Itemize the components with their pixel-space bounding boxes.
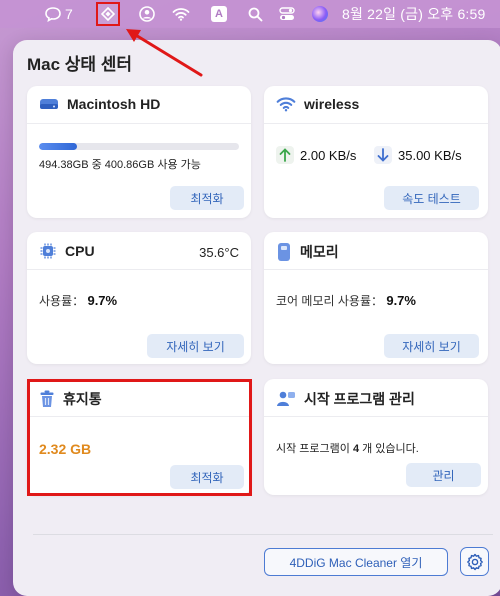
chat-bubble-icon bbox=[45, 7, 61, 22]
settings-button[interactable] bbox=[460, 547, 489, 576]
trash-title: 휴지통 bbox=[63, 391, 102, 407]
panel-title: Mac 상태 센터 bbox=[27, 55, 133, 74]
disk-usage-bar bbox=[39, 143, 239, 150]
upload-arrow-icon bbox=[279, 148, 291, 162]
disk-card: Macintosh HD 최적화 bbox=[27, 86, 251, 218]
startup-text-suffix: 개 있습니다. bbox=[359, 443, 419, 455]
siri-item[interactable] bbox=[310, 0, 330, 28]
divider bbox=[27, 123, 251, 124]
download-speed-value: 35.00 KB/s bbox=[398, 147, 462, 163]
cpu-details-button[interactable]: 자세히 보기 bbox=[147, 334, 244, 358]
startup-manage-button[interactable]: 관리 bbox=[406, 463, 481, 487]
upload-speed-value: 2.00 KB/s bbox=[300, 147, 357, 163]
wifi-status-item[interactable] bbox=[170, 0, 192, 28]
gear-icon bbox=[466, 553, 483, 570]
upload-speed: 2.00 KB/s bbox=[276, 146, 356, 164]
speed-test-button[interactable]: 속도 테스트 bbox=[384, 186, 479, 210]
cpu-usage-label: 사용률： bbox=[39, 294, 85, 308]
memory-usage: 코어 메모리 사용률： 9.7% bbox=[276, 292, 416, 309]
memory-icon bbox=[278, 243, 290, 261]
mac-status-center-panel: Mac 상태 센터 Macintosh HD 최적화 wireless 2.00… bbox=[13, 40, 500, 596]
chat-status-item[interactable]: 7 bbox=[44, 0, 73, 28]
user-status-item[interactable] bbox=[137, 0, 157, 28]
input-source-icon: A bbox=[211, 6, 227, 22]
spotlight-item[interactable] bbox=[245, 0, 265, 28]
disk-title: Macintosh HD bbox=[67, 96, 161, 112]
wifi-icon bbox=[172, 8, 190, 21]
memory-card: 메모리 코어 메모리 사용률： 9.7% 자세히 보기 bbox=[264, 232, 488, 364]
cpu-title: CPU bbox=[65, 243, 95, 259]
startup-count-text: 시작 프로그램이 4 개 있습니다. bbox=[276, 440, 419, 456]
network-title: wireless bbox=[304, 96, 360, 112]
trash-optimize-button[interactable]: 최적화 bbox=[170, 465, 244, 489]
input-source-item[interactable]: A bbox=[209, 0, 229, 28]
app-diamond-icon bbox=[101, 7, 115, 21]
download-speed: 35.00 KB/s bbox=[374, 146, 462, 164]
cpu-temperature: 35.6°C bbox=[199, 245, 239, 260]
control-center-icon bbox=[279, 7, 295, 20]
memory-usage-value: 9.7% bbox=[386, 293, 416, 308]
startup-programs-icon bbox=[277, 391, 295, 406]
cpu-usage-value: 9.7% bbox=[87, 293, 118, 308]
divider bbox=[264, 269, 488, 270]
cpu-usage: 사용률： 9.7% bbox=[39, 292, 117, 309]
cpu-chip-icon bbox=[40, 243, 56, 259]
disk-usage-text: 494.38GB 중 400.86GB 사용 가능 bbox=[39, 159, 201, 171]
memory-usage-label: 코어 메모리 사용률： bbox=[276, 294, 383, 308]
disk-optimize-button[interactable]: 최적화 bbox=[170, 186, 244, 210]
chat-count: 7 bbox=[65, 6, 73, 22]
memory-title: 메모리 bbox=[300, 244, 339, 260]
startup-card: 시작 프로그램 관리 관리 bbox=[264, 379, 488, 495]
wifi-icon bbox=[276, 97, 296, 112]
search-icon bbox=[248, 7, 262, 21]
network-card: wireless 2.00 KB/s 35.00 KB/s 속도 테스트 bbox=[264, 86, 488, 218]
hard-drive-icon bbox=[40, 99, 58, 109]
control-center-item[interactable] bbox=[277, 0, 297, 28]
memory-details-button[interactable]: 자세히 보기 bbox=[384, 334, 479, 358]
divider bbox=[264, 123, 488, 124]
disk-usage-fill bbox=[39, 143, 77, 150]
4ddig-menubar-button[interactable] bbox=[95, 0, 121, 28]
cpu-card: CPU 35.6°C 사용률： 9.7% 자세히 보기 bbox=[27, 232, 251, 364]
startup-title: 시작 프로그램 관리 bbox=[304, 391, 415, 407]
startup-text-prefix: 시작 프로그램이 bbox=[276, 443, 353, 455]
divider bbox=[27, 416, 251, 417]
divider bbox=[264, 416, 488, 417]
footer-divider bbox=[33, 534, 493, 535]
trash-size: 2.32 GB bbox=[39, 441, 92, 457]
siri-icon bbox=[312, 6, 328, 22]
trash-card: 휴지통 최적화 bbox=[27, 379, 251, 495]
open-4ddig-button[interactable]: 4DDiG Mac Cleaner 열기 bbox=[264, 548, 448, 576]
menubar-clock[interactable]: 8월 22일 (금) 오후 6:59 bbox=[342, 0, 492, 28]
user-icon bbox=[139, 6, 155, 22]
trash-icon bbox=[40, 390, 54, 407]
download-arrow-icon bbox=[377, 148, 389, 162]
divider bbox=[27, 269, 251, 270]
menu-bar: 7 A 8월 22일 (금) 오후 6:59 bbox=[0, 0, 500, 28]
